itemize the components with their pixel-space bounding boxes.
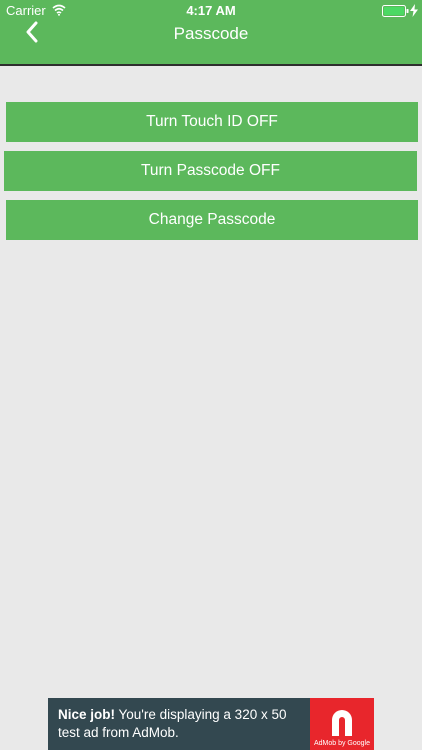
ad-text: Nice job! You're displaying a 320 x 50 t… [58, 706, 316, 742]
turn-passcode-off-button[interactable]: Turn Passcode OFF [4, 151, 417, 191]
status-time: 4:17 AM [186, 3, 236, 18]
status-bar: Carrier 4:17 AM [0, 0, 422, 22]
ad-body-line2: test ad from AdMob. [58, 725, 179, 740]
admob-icon [332, 710, 352, 736]
turn-touch-id-off-button[interactable]: Turn Touch ID OFF [6, 102, 418, 142]
page-title: Passcode [173, 24, 249, 43]
nav-bar: Passcode [0, 20, 422, 64]
ad-body-line1: You're displaying a 320 x 50 [115, 707, 287, 722]
admob-logo: AdMob by Google [310, 698, 374, 750]
ad-headline: Nice job! [58, 707, 116, 722]
ad-banner[interactable]: Nice job! You're displaying a 320 x 50 t… [48, 698, 374, 750]
battery-icon [382, 5, 409, 17]
charging-bolt-icon [410, 4, 418, 17]
header: Carrier 4:17 AM Passcode [0, 0, 422, 66]
admob-logo-label: AdMob by Google [313, 740, 371, 747]
change-passcode-button[interactable]: Change Passcode [6, 200, 418, 240]
